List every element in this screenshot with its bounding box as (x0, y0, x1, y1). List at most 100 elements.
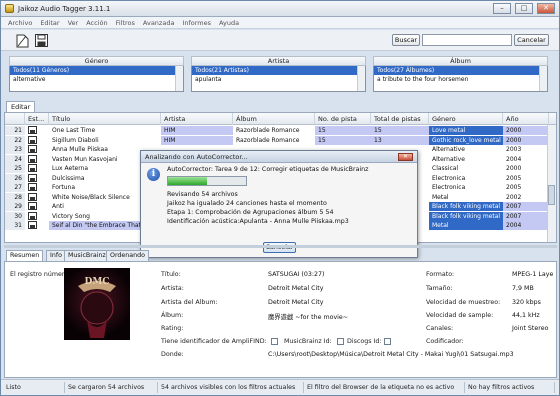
tab-musicbrainz[interactable]: MusicBrainz (64, 250, 110, 261)
menu-ayuda[interactable]: Ayuda (215, 19, 243, 27)
album-item-all[interactable]: Todos(27 Álbumes) (374, 66, 547, 75)
search-cancel-button[interactable]: Cancelar (514, 34, 549, 46)
cell-track: 15 (315, 135, 371, 145)
genre-item-all[interactable]: Todos(11 Géneros) (10, 66, 183, 75)
search-input[interactable] (422, 34, 512, 46)
cell-total: 13 (371, 135, 429, 145)
search-button[interactable]: Buscar (392, 34, 420, 46)
table-row[interactable]: 21 One Last Time HIM Razorblade Romance 15 15… (5, 126, 556, 135)
artist-browser: Artista Todos(21 Artistas) apulanta (191, 56, 366, 92)
col-track[interactable]: No. de pista (315, 113, 371, 125)
menu-accion[interactable]: Acción (82, 19, 111, 27)
discogs-id-checkbox[interactable] (384, 338, 391, 345)
file-status-icon (25, 192, 49, 202)
status-line-stage: Etapa 1: Comprobación de Agrupaciones ál… (167, 209, 334, 216)
file-status-icon (25, 154, 49, 164)
album-label: Álbum: (161, 312, 184, 319)
amplifind-label: Tiene identificador de AmpliFIND: (161, 338, 267, 345)
menu-editar[interactable]: Editar (36, 19, 63, 27)
col-total-tracks[interactable]: Total de pistas (371, 113, 429, 125)
file-status-icon (25, 173, 49, 183)
file-status-icon (25, 221, 49, 230)
scrollbar[interactable] (539, 66, 547, 91)
info-icon: i (147, 168, 160, 181)
cell-track: 15 (315, 126, 371, 135)
cell-n: 25 (5, 164, 25, 173)
channels-value: Joint Stereo (512, 325, 549, 332)
col-album[interactable]: Álbum (233, 113, 315, 125)
menu-archivo[interactable]: Archivo (4, 19, 36, 27)
autocorrector-dialog: Analizando con AutoCorrector... ✕ i Auto… (140, 150, 418, 258)
status-line-files: Revisando 54 archivos (167, 191, 238, 198)
minimize-button[interactable]: – (493, 3, 511, 14)
cell-year: 2007 (503, 202, 549, 211)
tab-ordenando[interactable]: Ordenando (106, 250, 149, 261)
menu-filtros[interactable]: Filtros (112, 19, 139, 27)
cell-year: 2002 (506, 193, 522, 201)
menu-avanzada[interactable]: Avanzada (139, 19, 179, 27)
dialog-close-icon[interactable]: ✕ (398, 153, 413, 161)
size-label: Tamaño: (426, 285, 453, 292)
cell-genre: Black folk viking metal (429, 202, 503, 211)
artist-value: Detroit Metal City (268, 285, 324, 292)
cell-title: One Last Time (52, 127, 96, 134)
title-label: Título: (161, 271, 181, 278)
detail-panel: El registro número:0 DMC Título: SATSUGA… (4, 261, 557, 378)
status-loaded: Se cargaron 54 archivos (65, 382, 158, 393)
menu-ver[interactable]: Ver (64, 19, 83, 27)
tab-editar[interactable]: Editar (6, 101, 36, 112)
cell-genre: Metal (429, 221, 503, 230)
col-title[interactable]: Título (49, 113, 161, 125)
cell-artist: HIM (161, 135, 233, 145)
col-status[interactable]: Est... (25, 113, 49, 125)
pane-splitter[interactable] (4, 245, 557, 248)
tab-info[interactable]: Info (46, 250, 66, 261)
maximize-button[interactable]: □ (515, 3, 533, 14)
scrollbar[interactable] (175, 66, 183, 91)
app-window: Jaikoz Audio Tagger 3.11.1 – □ ✕ Archivo… (0, 0, 560, 396)
svg-text:DMC: DMC (85, 277, 110, 287)
col-genre[interactable]: Género (429, 113, 503, 125)
status-browser-filter: El filtro del Browser de la etiqueta no … (304, 382, 465, 393)
musicbrainz-id-label: MusicBrainz Id: (284, 338, 332, 345)
scrollbar[interactable] (357, 66, 365, 91)
table-header: Est... Título Artista Álbum No. de pista… (5, 113, 556, 125)
cell-n: 29 (5, 202, 25, 211)
cell-year: 2000 (506, 165, 522, 172)
file-status-icon (25, 211, 49, 221)
artist-item[interactable]: apulanta (192, 75, 365, 84)
genre-header: Género (9, 56, 184, 66)
save-icon[interactable] (34, 33, 49, 48)
bitrate-value: 44,1 kHz (512, 312, 540, 319)
edit-tabstrip: Editar (4, 101, 557, 112)
cell-total: 15 (371, 126, 429, 135)
window-title: Jaikoz Audio Tagger 3.11.1 (18, 4, 111, 13)
size-value: 7,9 MB (512, 285, 534, 292)
scroll-thumb[interactable] (548, 185, 555, 205)
cell-genre: Alternative (432, 155, 465, 163)
musicbrainz-id-checkbox[interactable] (337, 338, 344, 345)
amplifind-checkbox[interactable] (271, 338, 278, 345)
cell-genre: Alternative (432, 146, 465, 153)
cell-year: 2005 (506, 174, 522, 182)
col-year[interactable]: Año (503, 113, 549, 125)
col-artist[interactable]: Artista (161, 113, 233, 125)
tab-resumen[interactable]: Resumen (6, 250, 44, 261)
cell-genre: Electronica (432, 174, 466, 182)
close-button[interactable]: ✕ (537, 3, 555, 14)
genre-item[interactable]: alternative (10, 75, 183, 84)
location-label: Donde: (161, 351, 184, 358)
status-line-matched: Jaikoz ha igualado 24 canciones hasta el… (167, 200, 327, 207)
table-scrollbar[interactable] (547, 125, 556, 242)
cell-n: 26 (5, 173, 25, 183)
artist-item-all[interactable]: Todos(21 Artistas) (192, 66, 365, 75)
album-item[interactable]: a tribute to the four horsemen (374, 75, 547, 84)
cell-genre: Metal (432, 193, 449, 201)
table-row[interactable]: 22 Sigillum Diaboli HIM Razorblade Romance 1… (5, 135, 556, 145)
format-value: MPEG-1 Laye (512, 271, 554, 278)
open-folder-icon[interactable] (15, 33, 30, 48)
tag-browser: Género Todos(11 Géneros) alternative Art… (9, 56, 554, 96)
menu-informes[interactable]: Informes (178, 19, 215, 27)
channels-label: Canales: (426, 325, 454, 332)
file-status-icon (25, 202, 49, 211)
